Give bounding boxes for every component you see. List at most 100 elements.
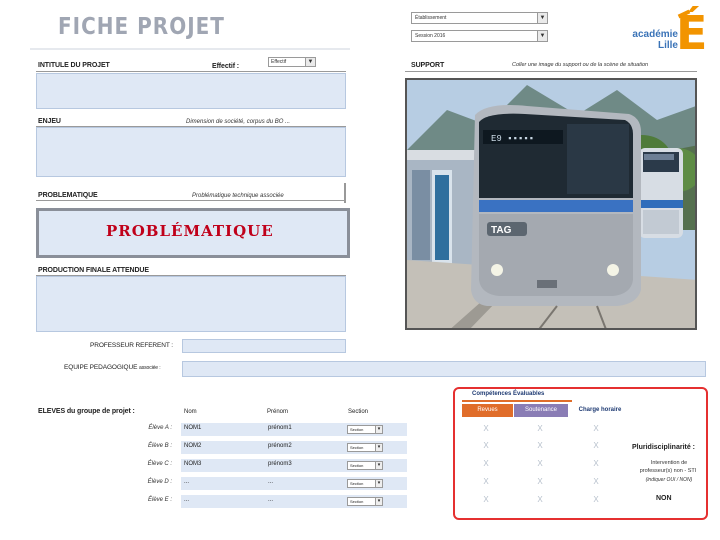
section-dropdown[interactable]: Section ▾ [347, 443, 383, 452]
establishment-dropdown-value: Établissement [415, 15, 447, 21]
logo-letter: É [676, 6, 708, 60]
x-mark: X [593, 441, 599, 450]
row-label: Élève B : [147, 443, 172, 449]
prenom-field[interactable]: prénom3 [265, 459, 345, 472]
intitule-input[interactable] [36, 73, 346, 109]
session-dropdown[interactable]: Session 2016 ▼ [411, 30, 548, 42]
section-dropdown[interactable]: Section ▾ [347, 479, 383, 488]
section-dropdown-value: Section [350, 499, 364, 504]
x-mark: X [537, 441, 543, 450]
competences-title-underline [462, 400, 572, 402]
equipe-input[interactable] [182, 361, 706, 377]
chevron-down-icon[interactable]: ▼ [305, 58, 315, 66]
col-header-prenom: Prénom [267, 409, 289, 415]
chevron-down-icon[interactable]: ▾ [375, 444, 382, 451]
section-dropdown[interactable]: Section ▾ [347, 425, 383, 434]
chevron-down-icon[interactable]: ▼ [537, 13, 547, 23]
problematique-note: Problématique technique associée [192, 193, 284, 199]
chevron-down-icon[interactable]: ▾ [375, 426, 382, 433]
professeur-input[interactable] [182, 339, 346, 353]
academie-logo: académie Lille É [630, 6, 708, 60]
x-mark: X [537, 477, 543, 486]
x-mark: X [537, 424, 543, 433]
enjeu-label: ENJEU [38, 118, 61, 125]
problematique-right-edge [344, 183, 346, 203]
section-dropdown[interactable]: Section ▾ [347, 497, 383, 506]
x-mark: X [593, 495, 599, 504]
tram-image: E9 ▪▪▪▪▪ TAG [407, 80, 695, 328]
table-row: Élève D : ... ... Section ▾ [0, 474, 420, 492]
effectif-dropdown-value: Effectif [271, 59, 287, 65]
chevron-down-icon[interactable]: ▼ [537, 31, 547, 41]
table-row: Élève B : NOM2 prénom2 Section ▾ [0, 438, 420, 456]
section-dropdown-value: Section [350, 427, 364, 432]
prenom-field[interactable]: ... [265, 495, 345, 508]
table-row: Élève C : NOM3 prénom3 Section ▾ [0, 456, 420, 474]
support-photo: E9 ▪▪▪▪▪ TAG [405, 78, 697, 330]
establishment-dropdown[interactable]: Établissement ▼ [411, 12, 548, 24]
x-mark: X [483, 459, 489, 468]
x-mark: X [483, 424, 489, 433]
session-dropdown-value: Session 2016 [415, 33, 446, 39]
table-row: Élève E : ... ... Section ▾ [0, 492, 420, 510]
x-mark: X [593, 424, 599, 433]
section-dropdown-value: Section [350, 481, 364, 486]
competences-grid: X X X X X X X X X X X X X X X [476, 424, 616, 514]
nom-field[interactable]: ... [181, 477, 265, 490]
problematique-overlay-text: PROBLÉMATIQUE [106, 222, 274, 240]
nom-field[interactable]: NOM2 [181, 441, 265, 454]
page-title: FICHE PROJET [58, 12, 225, 40]
prenom-field[interactable]: prénom2 [265, 441, 345, 454]
students-group-label: ELEVES du groupe de projet : [38, 408, 135, 415]
section-dropdown-value: Section [350, 463, 364, 468]
prenom-field[interactable]: ... [265, 477, 345, 490]
prenom-field[interactable]: prénom1 [265, 423, 345, 436]
intitule-label: INTITULE DU PROJET [38, 62, 110, 69]
equipe-label-suffix: associée : [139, 365, 161, 371]
enjeu-note: Dimension de société, corpus du BO ... [186, 119, 291, 125]
pluri-note2: professeur(s) non - STI [639, 468, 697, 474]
problematique-label: PROBLEMATIQUE [38, 192, 98, 199]
x-mark: X [537, 459, 543, 468]
x-mark: X [593, 459, 599, 468]
intitule-rule [36, 71, 346, 72]
chevron-down-icon[interactable]: ▾ [375, 462, 382, 469]
pluri-label: Pluridisciplinarité : [632, 444, 696, 451]
pluri-note1: Intervention de [650, 460, 688, 466]
row-label: Élève A : [148, 425, 172, 431]
problematique-rule [36, 200, 346, 201]
nom-field[interactable]: NOM3 [181, 459, 265, 472]
support-rule [405, 71, 697, 72]
equipe-label-text: EQUIPE PEDAGOGIQUE [64, 364, 138, 371]
logo-line2: Lille [657, 40, 678, 51]
table-row: Élève A : NOM1 prénom1 Section ▾ [0, 420, 420, 438]
chevron-down-icon[interactable]: ▾ [375, 480, 382, 487]
effectif-dropdown[interactable]: Effectif ▼ [268, 57, 316, 67]
col-header-nom: Nom [184, 409, 197, 415]
tab-charge-horaire[interactable]: Charge horaire [569, 404, 631, 417]
pluri-value[interactable]: NON [656, 495, 672, 502]
tab-soutenance[interactable]: Soutenance [514, 404, 568, 417]
title-divider [30, 48, 350, 50]
professeur-label: PROFESSEUR REFERENT : [90, 342, 174, 349]
x-mark: X [537, 495, 543, 504]
x-mark: X [483, 441, 489, 450]
x-mark: X [593, 477, 599, 486]
chevron-down-icon[interactable]: ▾ [375, 498, 382, 505]
production-label: PRODUCTION FINALE ATTENDUE [38, 267, 149, 274]
enjeu-input[interactable] [36, 127, 346, 177]
row-label: Élève E : [147, 497, 172, 503]
competences-title: Compétences Évaluables [472, 391, 545, 397]
tab-revues[interactable]: Revues [462, 404, 513, 417]
col-header-section: Section [348, 409, 369, 415]
x-mark: X [483, 495, 489, 504]
nom-field[interactable]: ... [181, 495, 265, 508]
x-mark: X [483, 477, 489, 486]
production-input[interactable] [36, 276, 346, 332]
row-label: Élève C : [147, 461, 172, 467]
section-dropdown[interactable]: Section ▾ [347, 461, 383, 470]
section-dropdown-value: Section [350, 445, 364, 450]
svg-text:E9 ▪▪▪▪▪: E9 ▪▪▪▪▪ [491, 134, 534, 144]
nom-field[interactable]: NOM1 [181, 423, 265, 436]
row-label: Élève D : [147, 479, 172, 485]
